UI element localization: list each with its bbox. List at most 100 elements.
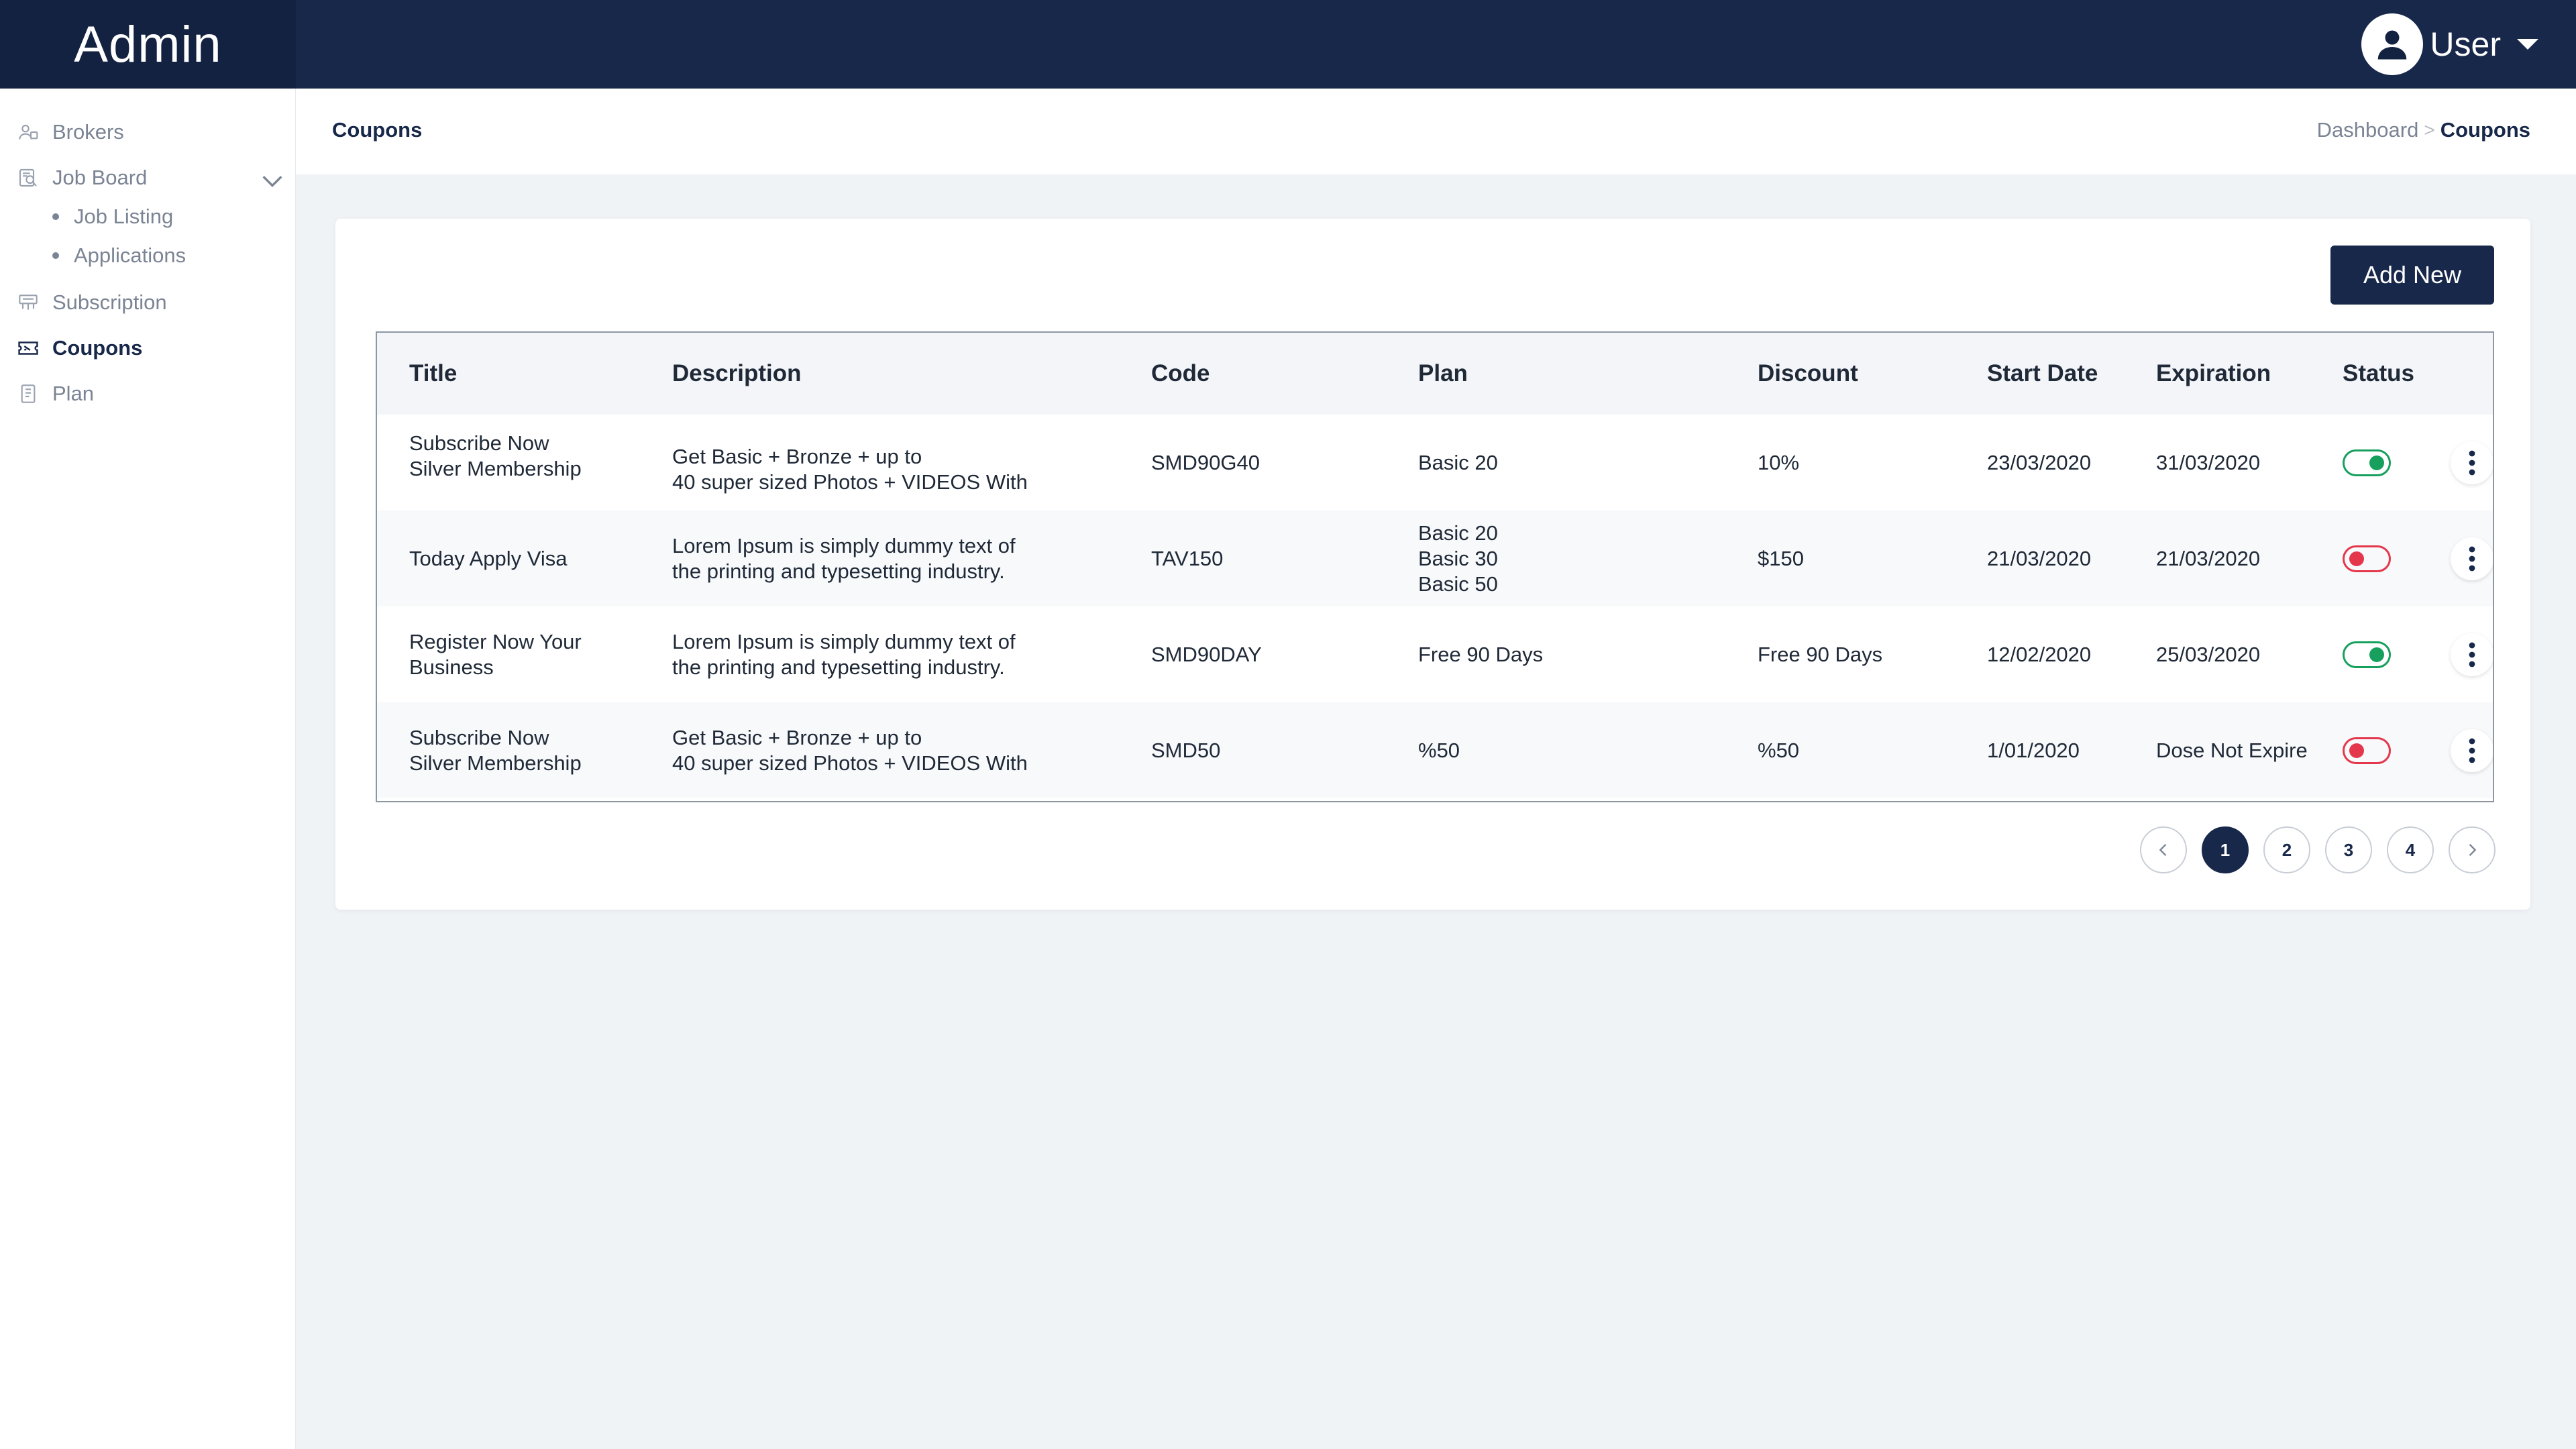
status-toggle[interactable] xyxy=(2343,545,2391,572)
column-header-status: Status xyxy=(2343,360,2414,386)
cell-text: the printing and typesetting industry. xyxy=(672,655,1005,679)
cell-text: Subscribe Now xyxy=(409,431,549,455)
subscription-icon xyxy=(16,290,40,315)
pagination-page-4[interactable]: 4 xyxy=(2387,826,2434,873)
cell-text: %50 xyxy=(1418,738,1460,762)
column-header-title: Title xyxy=(409,360,458,386)
sidebar-item-plan[interactable]: Plan xyxy=(16,377,284,411)
pagination-page-1[interactable]: 1 xyxy=(2202,826,2249,873)
cell-description: Get Basic + Bronze + up to 40 super size… xyxy=(640,415,1119,511)
status-toggle[interactable] xyxy=(2343,641,2391,668)
caret-down-icon xyxy=(2517,39,2538,50)
cell-code: SMD90G40 xyxy=(1151,450,1260,474)
status-toggle[interactable] xyxy=(2343,737,2391,764)
user-menu[interactable]: User xyxy=(2361,13,2538,75)
cell-title: Subscribe Now Silver Membership xyxy=(377,702,640,798)
pagination-page-2[interactable]: 2 xyxy=(2263,826,2310,873)
cell-plan: Basic 20 xyxy=(1386,415,1725,511)
cell-text: Free 90 Days xyxy=(1418,642,1544,666)
cell-text: Lorem Ipsum is simply dummy text of xyxy=(672,533,1016,557)
cell-code: TAV150 xyxy=(1151,546,1224,570)
cell-text: the printing and typesetting industry. xyxy=(672,559,1005,583)
sidebar-item-label: Plan xyxy=(52,382,95,405)
cell-status xyxy=(2310,606,2493,702)
table-header-row: Title Description Code Plan Discount Sta… xyxy=(377,333,2493,415)
pagination: 1 2 3 4 xyxy=(2140,826,2496,873)
kebab-menu-icon xyxy=(2469,450,2475,475)
sidebar-subitem-label: Applications xyxy=(74,244,186,267)
coupon-icon xyxy=(16,336,40,360)
column-header-expiration: Expiration xyxy=(2156,360,2271,386)
cell-text: Lorem Ipsum is simply dummy text of xyxy=(672,629,1016,653)
brokers-icon xyxy=(16,120,40,144)
cell-code: SMD90DAY xyxy=(1151,642,1262,666)
cell-text: Basic 30 xyxy=(1418,546,1498,570)
cell-plan: %50 xyxy=(1386,702,1725,798)
brand[interactable]: Admin xyxy=(0,0,296,89)
bullet-icon xyxy=(52,252,59,259)
cell-status xyxy=(2310,511,2493,606)
kebab-menu-icon xyxy=(2469,546,2475,571)
sidebar-subitem-job-listing[interactable]: Job Listing xyxy=(52,201,173,232)
cell-text: Basic 50 xyxy=(1418,572,1498,596)
sidebar-item-job-board[interactable]: Job Board xyxy=(16,161,284,195)
kebab-menu-icon xyxy=(2469,642,2475,667)
pagination-prev-button[interactable] xyxy=(2140,826,2187,873)
sidebar-item-label: Coupons xyxy=(52,336,143,360)
sidebar-item-label: Job Board xyxy=(52,166,148,189)
cell-expiration: 31/03/2020 xyxy=(2156,450,2261,474)
column-header-code: Code xyxy=(1151,360,1210,386)
row-actions-button[interactable] xyxy=(2450,633,2493,676)
cell-title: Register Now Your Business xyxy=(377,606,640,702)
cell-expiration: 25/03/2020 xyxy=(2156,642,2261,666)
breadcrumb-separator-icon: > xyxy=(2424,119,2435,140)
row-actions-button[interactable] xyxy=(2450,537,2493,580)
sidebar-item-subscription[interactable]: Subscription xyxy=(16,286,284,319)
coupons-card: Add New Title Description Code Plan Disc… xyxy=(335,219,2530,910)
cell-discount: %50 xyxy=(1758,738,1800,762)
sidebar-subitem-applications[interactable]: Applications xyxy=(52,240,186,271)
breadcrumb-dashboard-link[interactable]: Dashboard xyxy=(2317,118,2419,142)
kebab-menu-icon xyxy=(2469,738,2475,763)
cell-title: Today Apply Visa xyxy=(377,511,640,606)
pagination-page-3[interactable]: 3 xyxy=(2325,826,2372,873)
toggle-knob xyxy=(2349,743,2364,758)
cell-start-date: 23/03/2020 xyxy=(1987,450,2092,474)
cell-start-date: 21/03/2020 xyxy=(1987,546,2092,570)
sidebar-item-label: Brokers xyxy=(52,120,124,144)
sidebar-item-coupons[interactable]: Coupons xyxy=(16,331,284,365)
cell-status xyxy=(2310,415,2493,511)
page-header: Coupons Dashboard > Coupons xyxy=(296,89,2576,174)
cell-discount: 10% xyxy=(1758,450,1800,474)
sidebar-subitem-label: Job Listing xyxy=(74,205,174,228)
toggle-knob xyxy=(2369,455,2384,470)
toggle-knob xyxy=(2369,647,2384,662)
row-actions-button[interactable] xyxy=(2450,729,2493,772)
column-header-plan: Plan xyxy=(1418,360,1468,386)
cell-status xyxy=(2310,702,2493,798)
column-header-start-date: Start Date xyxy=(1987,360,2098,386)
page-title: Coupons xyxy=(332,118,423,142)
cell-text: Basic 20 xyxy=(1418,450,1498,474)
pagination-next-button[interactable] xyxy=(2449,826,2496,873)
cell-plan: Basic 20 Basic 30 Basic 50 xyxy=(1386,511,1725,606)
cell-text: Silver Membership xyxy=(409,456,582,480)
user-label: User xyxy=(2430,25,2501,63)
row-actions-button[interactable] xyxy=(2450,441,2493,484)
column-header-discount: Discount xyxy=(1758,360,1858,386)
toggle-knob xyxy=(2349,551,2364,566)
sidebar-item-brokers[interactable]: Brokers xyxy=(16,115,284,149)
plan-icon xyxy=(16,382,40,406)
cell-text: Today Apply Visa xyxy=(409,546,568,570)
cell-code: SMD50 xyxy=(1151,738,1221,762)
cell-text: Silver Membership xyxy=(409,751,582,775)
cell-title: Subscribe Now Silver Membership xyxy=(377,415,640,511)
table-row: Register Now Your Business Lorem Ipsum i… xyxy=(377,606,2493,702)
table-row: Subscribe Now Silver Membership Get Basi… xyxy=(377,702,2493,798)
chevron-down-icon[interactable] xyxy=(259,168,286,195)
add-new-button[interactable]: Add New xyxy=(2330,246,2494,305)
status-toggle[interactable] xyxy=(2343,449,2391,476)
chevron-right-icon xyxy=(2469,844,2477,856)
cell-text: Business xyxy=(409,655,494,679)
bullet-icon xyxy=(52,213,59,220)
